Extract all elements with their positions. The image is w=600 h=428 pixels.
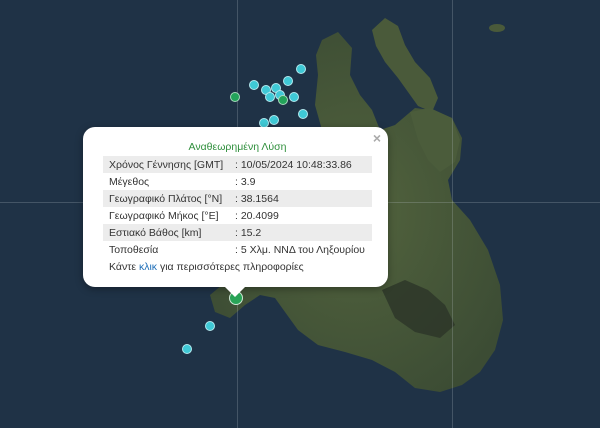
- earthquake-marker[interactable]: [182, 344, 192, 354]
- grid-line: [452, 0, 453, 428]
- earthquake-marker[interactable]: [205, 321, 215, 331]
- depth-value: : 15.2: [235, 226, 262, 239]
- close-icon[interactable]: ×: [373, 131, 381, 145]
- table-row: Τοποθεσία : 5 Χλμ. ΝΝΔ του Ληξουρίου: [103, 241, 372, 258]
- more-info-link[interactable]: κλικ: [139, 261, 157, 273]
- earthquake-marker[interactable]: [249, 80, 259, 90]
- earthquake-info-popup: × Αναθεωρημένη Λύση Χρόνος Γέννησης [GMT…: [83, 127, 388, 297]
- earthquake-marker[interactable]: [283, 76, 293, 86]
- depth-label: Εστιακό Βάθος [km]: [109, 226, 202, 239]
- location-label: Τοποθεσία: [109, 243, 159, 256]
- earthquake-marker[interactable]: [289, 92, 299, 102]
- island-ithaca: [372, 18, 438, 112]
- islet: [489, 24, 505, 32]
- earthquake-marker[interactable]: [230, 92, 240, 102]
- earthquake-marker[interactable]: [298, 109, 308, 119]
- origin-time-value: : 10/05/2024 10:48:33.86: [235, 158, 352, 171]
- latitude-value: : 38.1564: [235, 192, 279, 205]
- table-row: Γεωγραφικό Μήκος [°E] : 20.4099: [103, 207, 372, 224]
- popup-title: Αναθεωρημένη Λύση: [188, 141, 287, 153]
- earthquake-marker[interactable]: [269, 115, 279, 125]
- earthquake-marker[interactable]: [278, 95, 288, 105]
- earthquake-marker[interactable]: [296, 64, 306, 74]
- location-value: : 5 Χλμ. ΝΝΔ του Ληξουρίου: [235, 243, 365, 256]
- earthquake-marker[interactable]: [265, 92, 275, 102]
- table-row: Γεωγραφικό Πλάτος [°N] : 38.1564: [103, 190, 372, 207]
- magnitude-label: Μέγεθος: [109, 175, 150, 188]
- table-row: Εστιακό Βάθος [km] : 15.2: [103, 224, 372, 241]
- table-row: Μέγεθος : 3.9: [103, 173, 372, 190]
- longitude-value: : 20.4099: [235, 209, 279, 222]
- more-info-text: Κάντε κλικ για περισσότερες πληροφορίες: [103, 258, 372, 276]
- latitude-label: Γεωγραφικό Πλάτος [°N]: [109, 192, 223, 205]
- earthquake-details-table: Χρόνος Γέννησης [GMT] : 10/05/2024 10:48…: [103, 156, 372, 258]
- magnitude-value: : 3.9: [235, 175, 256, 188]
- more-info-prefix: Κάντε: [109, 261, 139, 273]
- more-info-suffix: για περισσότερες πληροφορίες: [157, 261, 304, 273]
- origin-time-label: Χρόνος Γέννησης [GMT]: [109, 158, 224, 171]
- table-row: Χρόνος Γέννησης [GMT] : 10/05/2024 10:48…: [103, 156, 372, 173]
- longitude-label: Γεωγραφικό Μήκος [°E]: [109, 209, 219, 222]
- map-view[interactable]: × Αναθεωρημένη Λύση Χρόνος Γέννησης [GMT…: [0, 0, 600, 428]
